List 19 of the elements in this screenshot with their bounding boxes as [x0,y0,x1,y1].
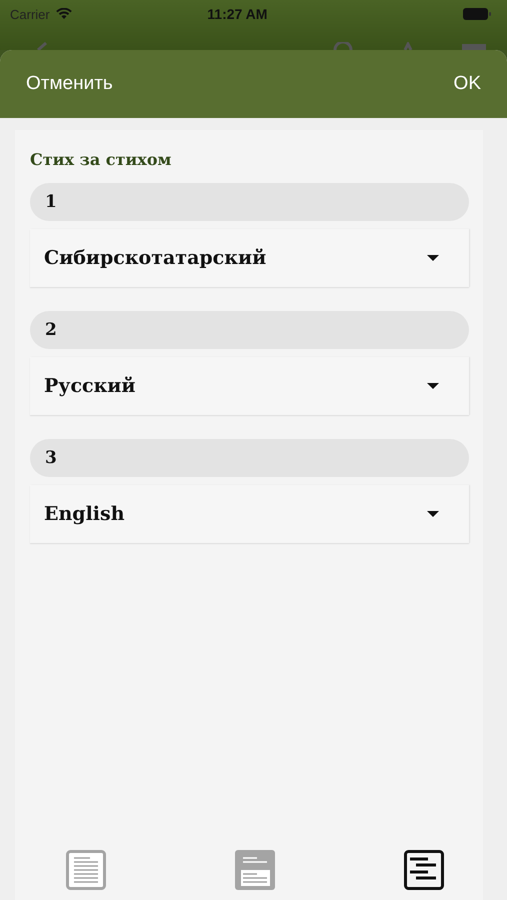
cancel-button[interactable]: Отменить [26,73,113,95]
caret-icon [427,511,439,517]
slot-number: 2 [30,311,469,349]
slot-number: 1 [30,183,469,221]
battery-icon [463,8,491,20]
caret-icon [427,255,439,261]
carrier-label: Carrier [10,6,50,22]
interlinear-mode-tab[interactable] [404,850,444,890]
language-dropdown[interactable]: Сибирскотатарский [30,229,469,287]
language-dropdown[interactable]: English [30,485,469,543]
language-dropdown[interactable]: Русский [30,357,469,415]
ok-button[interactable]: OK [454,73,481,95]
status-time: 11:27 AM [206,6,268,22]
slot-number: 3 [30,439,469,477]
single-mode-tab[interactable] [66,850,106,890]
wifi-icon [56,8,72,20]
caret-icon [427,383,439,389]
split-mode-tab[interactable] [235,850,275,890]
section-title: Стих за стихом [30,150,172,169]
